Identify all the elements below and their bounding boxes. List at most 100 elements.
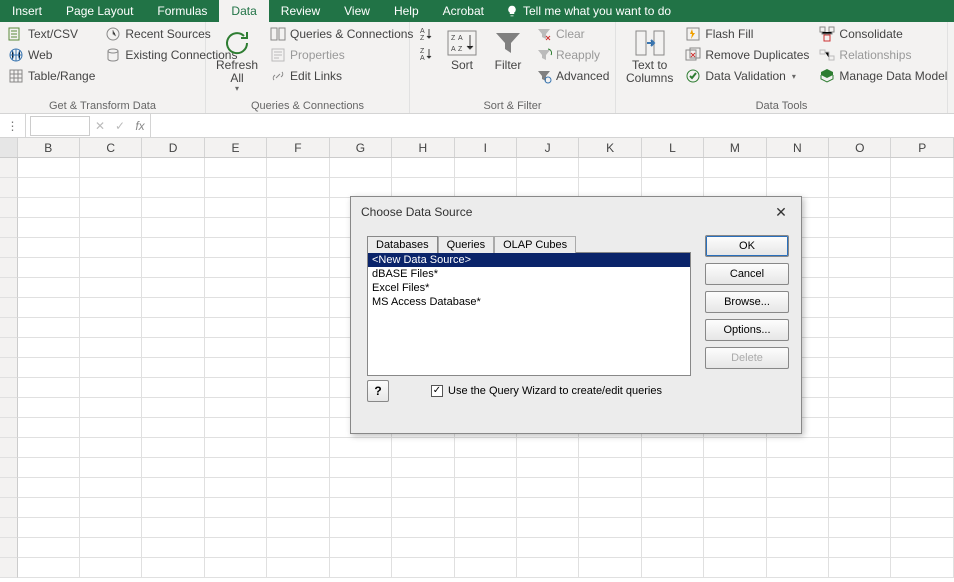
cell[interactable] (80, 298, 142, 318)
cell[interactable] (891, 518, 953, 538)
cell[interactable] (80, 238, 142, 258)
cell[interactable] (267, 378, 329, 398)
delete-button[interactable]: Delete (705, 347, 789, 369)
cell[interactable] (267, 358, 329, 378)
cell[interactable] (829, 298, 891, 318)
sort-desc-button[interactable]: ZA (416, 45, 436, 63)
text-to-columns-button[interactable]: Text to Columns (622, 25, 677, 87)
cell[interactable] (642, 558, 704, 578)
cell[interactable] (142, 298, 204, 318)
sort-asc-button[interactable]: AZ (416, 25, 436, 43)
cell[interactable] (767, 538, 829, 558)
cell[interactable] (642, 518, 704, 538)
cell[interactable] (330, 498, 392, 518)
cell[interactable] (80, 278, 142, 298)
cell[interactable] (829, 238, 891, 258)
cell[interactable] (517, 458, 579, 478)
cell[interactable] (579, 478, 641, 498)
cell[interactable] (205, 198, 267, 218)
cell[interactable] (18, 158, 80, 178)
cell[interactable] (767, 178, 829, 198)
cell[interactable] (142, 238, 204, 258)
cell[interactable] (18, 398, 80, 418)
cell[interactable] (80, 318, 142, 338)
col-header[interactable]: E (205, 138, 267, 157)
cell[interactable] (18, 338, 80, 358)
query-wizard-checkbox[interactable]: ✓ Use the Query Wizard to create/edit qu… (431, 385, 662, 397)
cell[interactable] (205, 218, 267, 238)
cell[interactable] (455, 458, 517, 478)
col-header[interactable]: F (267, 138, 329, 157)
col-header[interactable]: M (704, 138, 766, 157)
cell[interactable] (80, 338, 142, 358)
cell[interactable] (142, 338, 204, 358)
cell[interactable] (767, 458, 829, 478)
col-header[interactable]: L (642, 138, 704, 157)
browse-button[interactable]: Browse... (705, 291, 789, 313)
cell[interactable] (80, 498, 142, 518)
cell[interactable] (330, 158, 392, 178)
col-header[interactable]: J (517, 138, 579, 157)
cell[interactable] (392, 498, 454, 518)
data-validation-button[interactable]: Data Validation ▾ (683, 67, 811, 85)
cell[interactable] (704, 518, 766, 538)
cell[interactable] (142, 418, 204, 438)
cell[interactable] (829, 318, 891, 338)
cell[interactable] (455, 438, 517, 458)
cell[interactable] (267, 198, 329, 218)
cell[interactable] (642, 438, 704, 458)
cell[interactable] (267, 218, 329, 238)
cell[interactable] (330, 538, 392, 558)
row-header[interactable] (0, 158, 18, 178)
row-header[interactable] (0, 438, 18, 458)
relationships-button[interactable]: Relationships (817, 46, 949, 64)
cell[interactable] (267, 258, 329, 278)
col-header[interactable]: K (579, 138, 641, 157)
row-header[interactable] (0, 498, 18, 518)
tab-formulas[interactable]: Formulas (145, 0, 219, 22)
ok-button[interactable]: OK (705, 235, 789, 257)
cell[interactable] (205, 538, 267, 558)
cell[interactable] (392, 558, 454, 578)
tell-me[interactable]: Tell me what you want to do (496, 0, 671, 22)
cell[interactable] (267, 498, 329, 518)
cell[interactable] (330, 178, 392, 198)
cell[interactable] (392, 478, 454, 498)
cell[interactable] (767, 438, 829, 458)
cell[interactable] (392, 538, 454, 558)
row-header[interactable] (0, 558, 18, 578)
cell[interactable] (455, 178, 517, 198)
col-header[interactable]: P (891, 138, 953, 157)
cell[interactable] (142, 498, 204, 518)
cell[interactable] (18, 238, 80, 258)
cell[interactable] (517, 158, 579, 178)
cell[interactable] (267, 458, 329, 478)
tab-page-layout[interactable]: Page Layout (54, 0, 145, 22)
cell[interactable] (455, 538, 517, 558)
edit-links-button[interactable]: Edit Links (268, 67, 415, 85)
cell[interactable] (205, 158, 267, 178)
cell[interactable] (704, 498, 766, 518)
cell[interactable] (205, 398, 267, 418)
cell[interactable] (891, 198, 953, 218)
cell[interactable] (267, 538, 329, 558)
cell[interactable] (579, 178, 641, 198)
dialog-close-button[interactable]: ✕ (771, 204, 791, 221)
tab-help[interactable]: Help (382, 0, 431, 22)
remove-duplicates-button[interactable]: Remove Duplicates (683, 46, 811, 64)
cell[interactable] (829, 458, 891, 478)
reapply-button[interactable]: Reapply (534, 46, 611, 64)
cell[interactable] (142, 198, 204, 218)
list-item-access[interactable]: MS Access Database* (368, 295, 690, 309)
cell[interactable] (829, 358, 891, 378)
cell[interactable] (767, 558, 829, 578)
row-header[interactable] (0, 338, 18, 358)
cell[interactable] (455, 498, 517, 518)
cell[interactable] (80, 438, 142, 458)
formula-input[interactable] (150, 114, 954, 137)
cell[interactable] (455, 558, 517, 578)
cell[interactable] (891, 538, 953, 558)
cell[interactable] (205, 318, 267, 338)
tab-acrobat[interactable]: Acrobat (431, 0, 496, 22)
cell[interactable] (455, 518, 517, 538)
